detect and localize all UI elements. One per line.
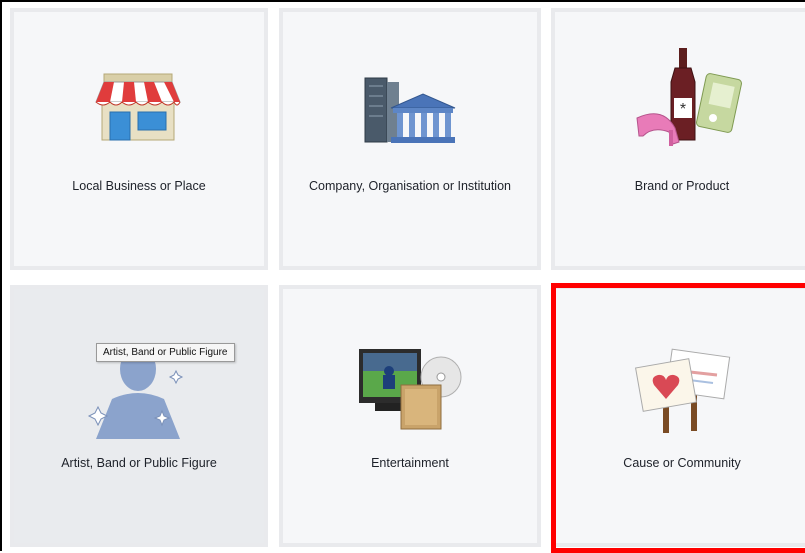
tile-local-business[interactable]: Local Business or Place (10, 8, 268, 270)
svg-text:*: * (680, 101, 686, 118)
tile-label: Artist, Band or Public Figure (61, 456, 217, 470)
tile-cause[interactable]: Cause or Community (551, 285, 805, 547)
tooltip: Artist, Band or Public Figure (96, 343, 235, 362)
tile-label: Cause or Community (623, 456, 741, 470)
tile-artist[interactable]: Artist, Band or Public Figure (10, 285, 268, 547)
tile-label: Local Business or Place (72, 179, 206, 193)
tile-label: Entertainment (371, 456, 449, 470)
screenshot-frame-left (0, 0, 2, 551)
tile-entertainment[interactable]: Entertainment (279, 285, 541, 547)
products-icon: * (636, 48, 742, 146)
tile-company[interactable]: Company, Organisation or Institution (279, 8, 541, 270)
storefront-icon (95, 73, 181, 141)
tile-label: Company, Organisation or Institution (309, 179, 511, 193)
screenshot-frame-top (0, 0, 805, 2)
tile-label: Brand or Product (634, 179, 730, 193)
buildings-icon (364, 77, 456, 143)
tile-brand[interactable]: * Brand or Product (551, 8, 805, 270)
media-icon (359, 349, 462, 430)
protest-signs-icon (635, 348, 731, 433)
